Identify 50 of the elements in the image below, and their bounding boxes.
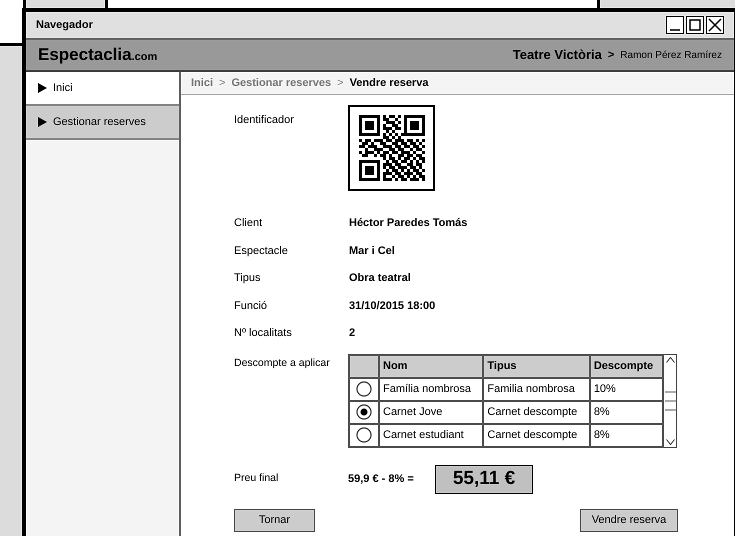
separator-text: >	[219, 76, 226, 91]
field-label: Tipus	[234, 271, 262, 286]
table-header: Nom	[379, 354, 484, 378]
table-cell: Familia nombrosa	[483, 378, 590, 400]
table-cell: Carnet estudiant	[379, 424, 484, 446]
window-title: Navegador	[36, 18, 93, 33]
total-price: 55,11 €	[435, 464, 533, 494]
sidebar-item[interactable]: Inici	[26, 72, 179, 106]
field-value: 31/10/2015 18:00	[349, 298, 436, 314]
maximize-icon[interactable]	[686, 16, 704, 34]
separator-text: >	[608, 48, 614, 63]
separator-text: >	[337, 76, 344, 91]
field-value: Obra teatral	[349, 271, 411, 286]
table-header: Descompte	[590, 354, 663, 378]
minimize-icon[interactable]	[666, 16, 684, 34]
venue-name: Teatre Victòria	[512, 46, 602, 64]
field-label: Nº localitats	[234, 326, 293, 341]
table-cell: Carnet Jove	[379, 400, 484, 424]
sell-button[interactable]: Vendre reserva	[580, 508, 678, 532]
qr-code-icon	[358, 115, 424, 181]
scroll-up-icon[interactable]	[666, 356, 674, 362]
triangle-icon	[37, 117, 47, 127]
scrollbar[interactable]	[664, 354, 677, 448]
price-formula: 59,9 € - 8% =	[348, 472, 415, 487]
radio-button[interactable]	[356, 381, 372, 397]
sidebar-item[interactable]: Gestionar reserves	[26, 106, 179, 140]
field-label: Descompte a aplicar	[234, 356, 331, 370]
field-label: Funció	[234, 298, 268, 314]
table-cell: Família nombrosa	[379, 378, 484, 400]
field-label: Identificador	[234, 113, 295, 128]
field-label: Client	[234, 216, 264, 231]
breadcrumb-link[interactable]: Gestionar reserves	[231, 74, 332, 92]
close-icon[interactable]	[706, 16, 724, 34]
field-label: Espectacle	[234, 244, 289, 258]
field-value: Héctor Paredes Tomás	[349, 216, 468, 231]
table-cell: Carnet descompte	[483, 424, 590, 446]
user-name: Ramon Pérez Ramírez	[620, 48, 722, 62]
breadcrumb-link[interactable]: Inici	[191, 74, 214, 92]
scroll-down-icon[interactable]	[666, 438, 674, 444]
table-cell: Carnet descompte	[483, 400, 590, 424]
radio-button[interactable]	[356, 404, 372, 420]
back-button[interactable]: Tornar	[234, 508, 315, 532]
field-value: Mar i Cel	[349, 244, 395, 258]
brand-logo: Espectaclia.com	[38, 44, 158, 66]
scroll-thumb-icon[interactable]	[664, 390, 676, 412]
table-header: Tipus	[483, 354, 590, 378]
radio-button[interactable]	[356, 427, 372, 443]
field-label: Preu final	[234, 471, 280, 486]
triangle-icon	[37, 83, 47, 93]
field-value: 2	[349, 326, 356, 341]
